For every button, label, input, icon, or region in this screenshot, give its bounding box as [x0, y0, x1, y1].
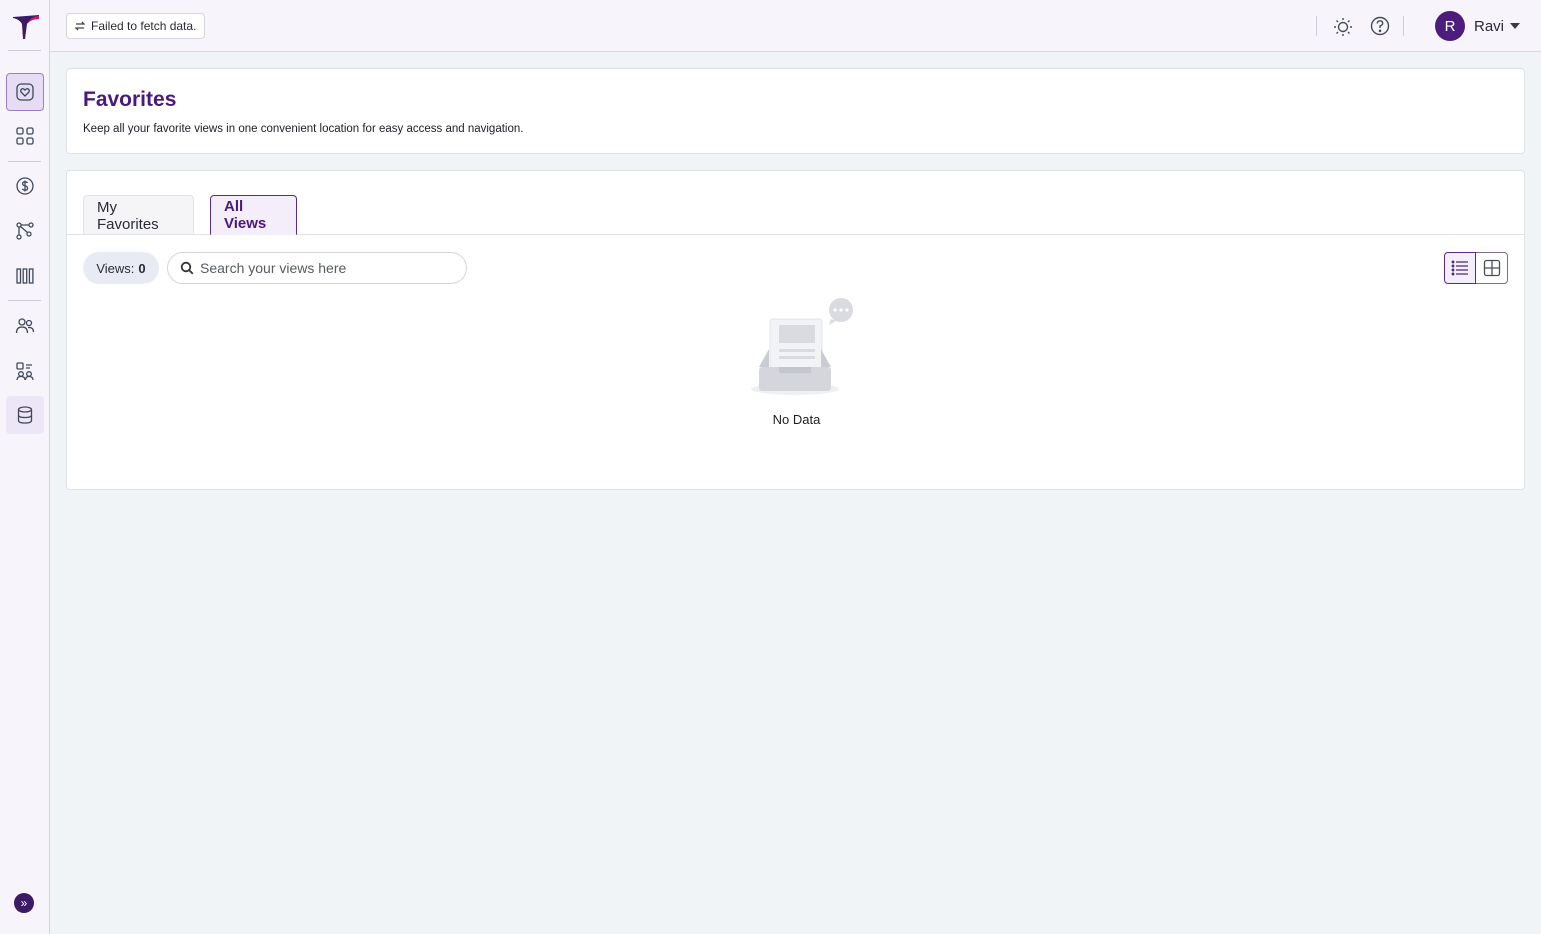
tab-label: All Views: [224, 198, 267, 232]
grid-view-icon: [1483, 259, 1500, 277]
user-name: Ravi: [1474, 17, 1505, 35]
topbar-divider: [1316, 16, 1317, 36]
sidebar-item-users[interactable]: [6, 307, 44, 345]
tab-my-favorites[interactable]: My Favorites: [83, 195, 194, 235]
list-view-icon: [1451, 260, 1468, 276]
top-bar: Failed to fetch data. R Ravi: [50, 0, 1541, 52]
grid-view-button[interactable]: [1476, 252, 1508, 284]
empty-inbox-icon: [751, 298, 853, 395]
question-circle-icon: [1370, 16, 1390, 36]
sidebar-item-data[interactable]: [6, 396, 44, 434]
search-box[interactable]: [167, 252, 467, 284]
sidebar-divider: [8, 50, 41, 51]
search-icon: [180, 261, 194, 275]
bar-columns-icon: [16, 268, 34, 284]
views-count-badge: Views: 0: [83, 252, 159, 284]
theme-toggle-button[interactable]: [1332, 15, 1354, 37]
empty-state-text: No Data: [772, 412, 821, 427]
favorites-heart-icon: [16, 83, 34, 101]
sidebar-item-groups[interactable]: [6, 352, 44, 390]
views-card: My Favorites All Views Views: 0 Search y…: [66, 170, 1525, 490]
sidebar-item-apps[interactable]: [6, 117, 44, 155]
grid-apps-icon: [16, 127, 34, 145]
help-button[interactable]: [1369, 15, 1391, 37]
sun-icon: [1334, 18, 1352, 36]
tab-label: My Favorites: [97, 198, 159, 233]
sidebar-divider: [8, 161, 41, 162]
views-count-label: Views:: [96, 260, 135, 276]
views-count-value: 0: [138, 260, 146, 276]
caret-down-icon: [1510, 23, 1521, 29]
fetch-error-text: Failed to fetch data.: [91, 19, 197, 33]
sidebar: »: [0, 0, 50, 934]
fetch-error-notice[interactable]: Failed to fetch data.: [66, 13, 206, 39]
topbar-divider: [1403, 16, 1404, 36]
avatar: R: [1435, 11, 1465, 41]
flow-nodes-icon: [16, 222, 34, 240]
sync-arrows-icon: [75, 21, 85, 31]
sidebar-item-favorites[interactable]: [6, 73, 44, 111]
sidebar-item-cost[interactable]: [6, 167, 44, 205]
list-view-button[interactable]: [1444, 252, 1476, 284]
sidebar-divider: [8, 300, 41, 301]
dollar-icon: [16, 177, 34, 195]
view-mode-toggle: [1444, 252, 1508, 284]
tab-all-views[interactable]: All Views: [210, 195, 297, 235]
database-icon: [17, 406, 33, 424]
expand-chevrons-icon: »: [20, 896, 28, 910]
group-settings-icon: [16, 362, 34, 381]
search-input[interactable]: [200, 260, 450, 276]
page-title: Favorites: [83, 88, 177, 111]
page-header-card: Favorites Keep all your favorite views i…: [66, 68, 1525, 154]
user-menu[interactable]: R Ravi: [1435, 11, 1521, 41]
users-icon: [15, 318, 35, 334]
page-description: Keep all your favorite views in one conv…: [83, 123, 524, 135]
app-logo[interactable]: [12, 14, 40, 40]
sidebar-item-reports[interactable]: [6, 257, 44, 295]
sidebar-expand-button[interactable]: »: [14, 893, 34, 913]
sidebar-item-flows[interactable]: [6, 212, 44, 250]
